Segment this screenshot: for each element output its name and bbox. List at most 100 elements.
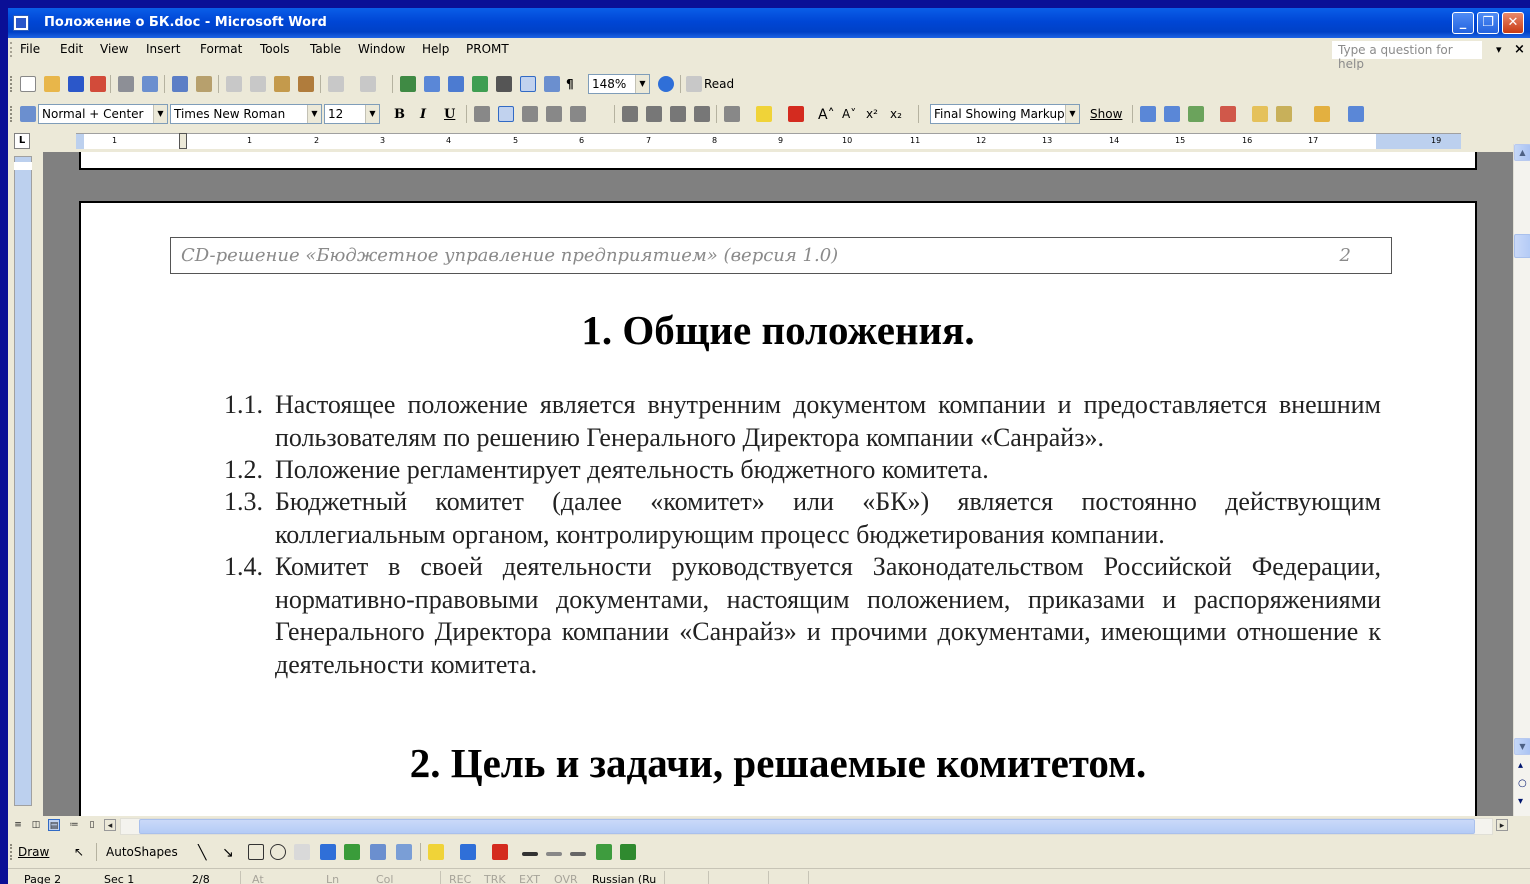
font-color-icon[interactable] xyxy=(788,106,804,122)
status-ovr[interactable]: OVR xyxy=(554,873,578,884)
new-document-icon[interactable] xyxy=(20,76,36,92)
oval-icon[interactable] xyxy=(270,844,286,860)
web-layout-icon[interactable]: ◫ xyxy=(30,819,42,831)
scroll-right-icon[interactable]: ▸ xyxy=(1496,819,1508,831)
insert-comment-icon[interactable] xyxy=(1252,106,1268,122)
menu-window[interactable]: Window xyxy=(358,42,405,56)
read-mode-icon[interactable] xyxy=(686,76,702,92)
grow-font-icon[interactable]: A˄ xyxy=(818,107,835,123)
style-combo[interactable]: Normal + Center ▼ xyxy=(38,104,168,124)
minimize-button[interactable]: _ xyxy=(1452,12,1474,34)
menu-insert[interactable]: Insert xyxy=(146,42,180,56)
shrink-font-icon[interactable]: A˅ xyxy=(842,107,856,121)
markup-display-combo[interactable]: Final Showing Markup ▼ xyxy=(930,104,1080,124)
chevron-down-icon[interactable]: ▼ xyxy=(635,75,649,93)
horizontal-ruler[interactable]: 1 1 2 3 4 5 6 7 8 9 10 11 12 13 14 15 16… xyxy=(76,133,1461,149)
underline-button[interactable]: U xyxy=(444,107,455,122)
drawing-icon[interactable] xyxy=(520,76,536,92)
horizontal-scroll-thumb[interactable] xyxy=(139,819,1475,834)
insert-picture-icon[interactable] xyxy=(396,844,412,860)
show-hide-icon[interactable]: ¶ xyxy=(566,77,574,91)
bold-button[interactable]: B xyxy=(394,107,405,122)
toolbar-grip[interactable] xyxy=(10,106,13,122)
select-objects-icon[interactable]: ↖ xyxy=(74,845,84,859)
scroll-left-icon[interactable]: ◂ xyxy=(104,819,116,831)
document-area[interactable]: CD-решение «Бюджетное управление предпри… xyxy=(43,152,1513,816)
previous-page-icon[interactable]: ▴ xyxy=(1518,760,1523,771)
fill-color-icon[interactable] xyxy=(428,844,444,860)
accept-change-icon[interactable] xyxy=(1188,106,1204,122)
reviewing-pane-icon[interactable] xyxy=(1314,106,1330,122)
help-icon[interactable] xyxy=(658,76,674,92)
align-center-icon[interactable] xyxy=(498,106,514,122)
align-right-icon[interactable] xyxy=(522,106,538,122)
read-button[interactable]: Read xyxy=(704,77,734,91)
page-header[interactable]: CD-решение «Бюджетное управление предпри… xyxy=(170,237,1392,274)
previous-change-icon[interactable] xyxy=(1140,106,1156,122)
menu-format[interactable]: Format xyxy=(200,42,242,56)
clip-art-icon[interactable] xyxy=(370,844,386,860)
open-folder-icon[interactable] xyxy=(44,76,60,92)
vertical-scroll-thumb[interactable] xyxy=(1514,234,1530,258)
spelling-icon[interactable] xyxy=(172,76,188,92)
track-changes-icon[interactable] xyxy=(1276,106,1292,122)
copy-icon[interactable] xyxy=(250,76,266,92)
tables-borders-icon[interactable] xyxy=(424,76,440,92)
next-page-icon[interactable]: ▾ xyxy=(1518,796,1523,807)
shadow-style-icon[interactable] xyxy=(596,844,612,860)
translate-icon[interactable] xyxy=(1348,106,1364,122)
styles-icon[interactable] xyxy=(20,106,36,122)
paste-icon[interactable] xyxy=(274,76,290,92)
research-icon[interactable] xyxy=(196,76,212,92)
print-icon[interactable] xyxy=(118,76,134,92)
font-combo[interactable]: Times New Roman ▼ xyxy=(170,104,322,124)
help-dropdown-icon[interactable]: ▾ xyxy=(1496,43,1502,56)
chevron-down-icon[interactable]: ▼ xyxy=(307,105,321,123)
zoom-combo[interactable]: 148% ▼ xyxy=(588,74,650,94)
toolbar-grip[interactable] xyxy=(10,844,13,860)
undo-icon[interactable] xyxy=(328,76,344,92)
select-browse-object-icon[interactable]: ○ xyxy=(1518,778,1527,789)
menu-file[interactable]: File xyxy=(20,42,40,56)
dash-style-icon[interactable] xyxy=(546,852,562,856)
justify-icon[interactable] xyxy=(546,106,562,122)
tab-selector[interactable]: L xyxy=(14,133,30,149)
line-style-icon[interactable] xyxy=(522,852,538,856)
menu-edit[interactable]: Edit xyxy=(60,42,83,56)
show-markup-button[interactable]: Show xyxy=(1090,107,1122,121)
align-left-icon[interactable] xyxy=(474,106,490,122)
highlight-icon[interactable] xyxy=(756,106,772,122)
vertical-scrollbar[interactable]: ▲ ▼ ▴ ○ ▾ xyxy=(1513,144,1530,816)
status-trk[interactable]: TRK xyxy=(484,873,506,884)
font-size-combo[interactable]: 12 ▼ xyxy=(324,104,380,124)
scroll-up-icon[interactable]: ▲ xyxy=(1514,144,1530,161)
chevron-down-icon[interactable]: ▼ xyxy=(1065,105,1079,123)
normal-view-icon[interactable]: ≡ xyxy=(12,819,24,831)
document-map-icon[interactable] xyxy=(544,76,560,92)
decrease-indent-icon[interactable] xyxy=(670,106,686,122)
line-color-icon[interactable] xyxy=(460,844,476,860)
italic-button[interactable]: I xyxy=(420,107,426,122)
vertical-ruler[interactable] xyxy=(8,152,43,816)
format-painter-icon[interactable] xyxy=(298,76,314,92)
bullets-icon[interactable] xyxy=(646,106,662,122)
close-button[interactable]: ✕ xyxy=(1502,12,1524,34)
menu-view[interactable]: View xyxy=(100,42,128,56)
chevron-down-icon[interactable]: ▼ xyxy=(365,105,379,123)
cut-icon[interactable] xyxy=(226,76,242,92)
arrow-style-icon[interactable] xyxy=(570,852,586,856)
border-icon[interactable] xyxy=(724,106,740,122)
next-change-icon[interactable] xyxy=(1164,106,1180,122)
status-ext[interactable]: EXT xyxy=(519,873,540,884)
permission-icon[interactable] xyxy=(90,76,106,92)
line-spacing-icon[interactable] xyxy=(570,106,586,122)
indent-marker[interactable] xyxy=(179,133,187,149)
rectangle-icon[interactable] xyxy=(248,844,264,860)
arrow-icon[interactable]: ↘ xyxy=(222,845,234,861)
increase-indent-icon[interactable] xyxy=(694,106,710,122)
status-rec[interactable]: REC xyxy=(449,873,471,884)
menu-tools[interactable]: Tools xyxy=(260,42,290,56)
print-preview-icon[interactable] xyxy=(142,76,158,92)
draw-menu-button[interactable]: Draw xyxy=(18,845,49,859)
reject-change-icon[interactable] xyxy=(1220,106,1236,122)
